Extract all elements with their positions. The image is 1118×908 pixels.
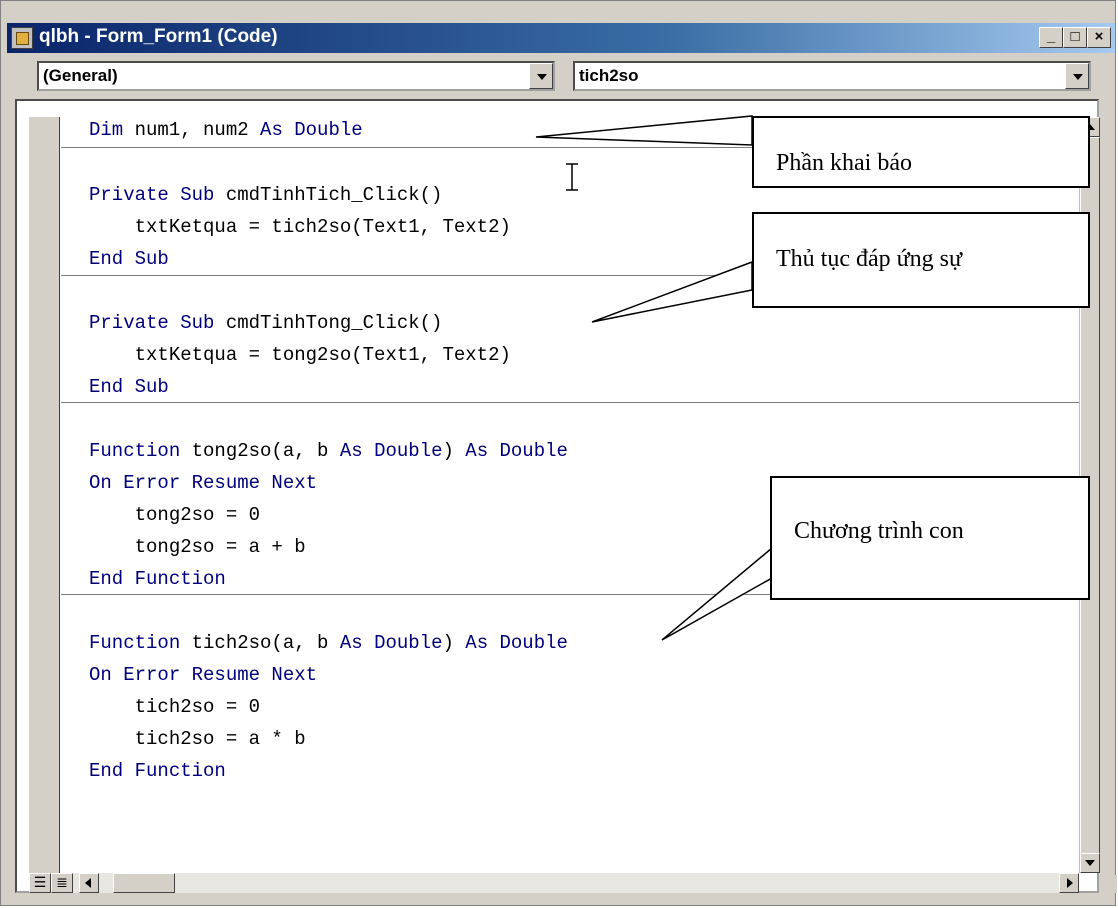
pointer-subprogram — [661, 546, 773, 641]
pointer-event-procedure — [591, 260, 753, 323]
pointer-declaration — [535, 115, 753, 146]
callout-event-procedure-text: Thủ tục đáp ứng sự — [776, 246, 962, 272]
callout-event-procedure: Thủ tục đáp ứng sự — [752, 212, 1090, 308]
callout-subprogram-text: Chương trình con — [794, 518, 964, 544]
callout-subprogram: Chương trình con — [770, 476, 1090, 600]
text-cursor-icon — [566, 163, 578, 191]
callout-declaration-text: Phần khai báo — [776, 150, 912, 176]
callout-declaration: Phần khai báo — [752, 116, 1090, 188]
